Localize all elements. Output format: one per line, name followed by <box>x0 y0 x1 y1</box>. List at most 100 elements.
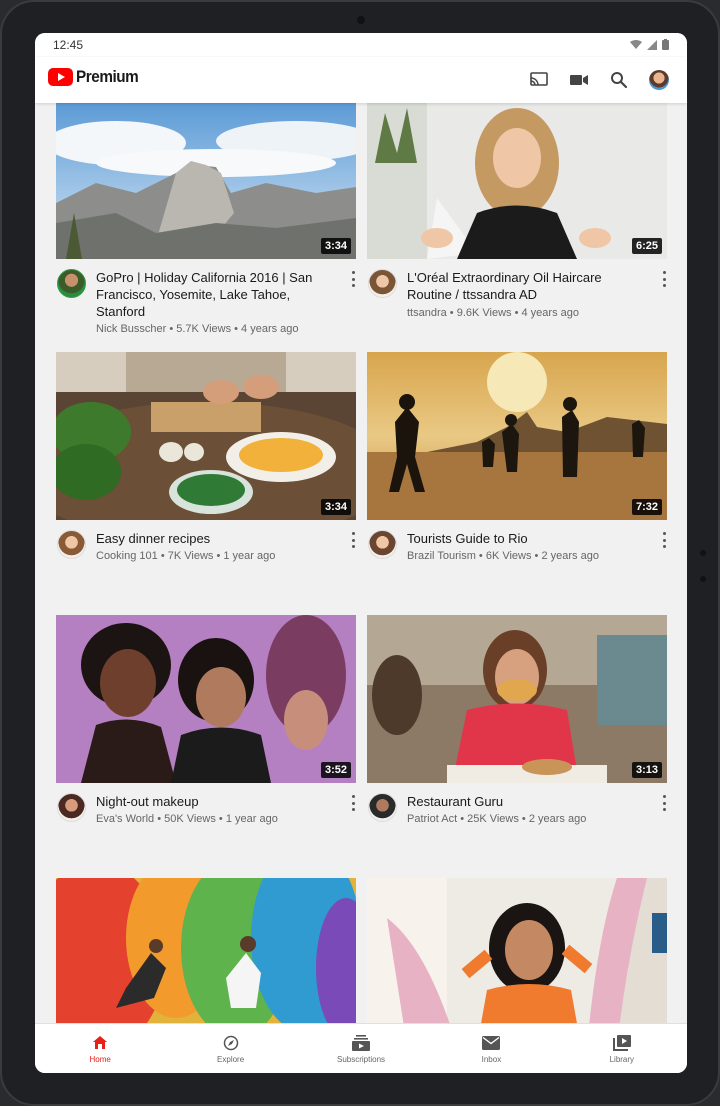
video-card[interactable]: 6:25 L'Oréal Extraordinary Oil Haircare … <box>367 103 667 339</box>
video-feed[interactable]: 3:34 GoPro | Holiday California 2016 | S… <box>35 103 687 1023</box>
video-meta: GoPro | Holiday California 2016 | San Fr… <box>56 259 356 339</box>
thumbnail-image-rio <box>367 352 667 520</box>
video-byline: Cooking 101 • 7K Views • 1 year ago <box>96 550 276 562</box>
nav-library[interactable]: Library <box>557 1024 687 1073</box>
video-card[interactable] <box>367 878 667 1023</box>
video-title[interactable]: Restaurant Guru <box>407 793 647 810</box>
youtube-premium-logo[interactable]: Premium <box>48 67 145 87</box>
video-duration: 7:32 <box>631 499 662 515</box>
nav-label: Explore <box>217 1054 245 1064</box>
camera-icon <box>570 75 588 85</box>
more-vert-icon <box>662 545 666 548</box>
nav-label: Library <box>609 1054 635 1064</box>
video-card[interactable]: 7:32 Tourists Guide to Rio Brazil Touris… <box>367 352 667 600</box>
more-vert-icon <box>662 532 666 535</box>
more-options-button[interactable] <box>661 795 667 811</box>
more-vert-icon <box>351 795 355 798</box>
more-vert-icon <box>662 808 666 811</box>
signal-icon <box>647 39 657 53</box>
video-byline: Brazil Tourism • 6K Views • 2 years ago <box>407 550 599 562</box>
nav-label: Subscriptions <box>337 1054 386 1064</box>
thumbnail-image-makeup <box>56 615 356 783</box>
bottom-navigation: Home Explore Subscriptions Inbox Library <box>35 1023 687 1073</box>
mail-icon <box>482 1035 501 1050</box>
video-card[interactable]: 3:52 Night-out makeup Eva's World • 50K … <box>56 615 356 863</box>
more-vert-icon <box>351 545 355 548</box>
video-duration: 6:25 <box>631 238 662 254</box>
battery-icon <box>662 39 669 53</box>
channel-avatar[interactable] <box>57 269 86 298</box>
app-bar: Premium <box>35 57 687 103</box>
video-thumbnail[interactable]: 6:25 <box>367 103 667 259</box>
channel-avatar[interactable] <box>57 793 86 822</box>
upload-button[interactable] <box>559 64 599 96</box>
nav-inbox[interactable]: Inbox <box>426 1024 556 1073</box>
more-vert-icon <box>662 795 666 798</box>
video-card[interactable]: 3:34 Easy dinner recipes Cooking 101 • 7… <box>56 352 356 600</box>
video-title[interactable]: L'Oréal Extraordinary Oil Haircare Routi… <box>407 269 647 303</box>
video-duration: 3:52 <box>320 762 351 778</box>
more-options-button[interactable] <box>350 271 356 287</box>
wifi-icon <box>630 39 642 53</box>
side-sensor <box>700 550 706 556</box>
video-thumbnail[interactable]: 3:34 <box>56 103 356 259</box>
more-options-button[interactable] <box>661 271 667 287</box>
thumbnail-image-yosemite <box>56 103 356 259</box>
status-icons <box>630 39 669 53</box>
video-thumbnail[interactable]: 3:34 <box>56 352 356 520</box>
video-thumbnail[interactable] <box>367 878 667 1023</box>
more-vert-icon <box>351 538 355 542</box>
cast-button[interactable] <box>519 64 559 96</box>
more-vert-icon <box>351 532 355 535</box>
video-meta: L'Oréal Extraordinary Oil Haircare Routi… <box>367 259 667 339</box>
video-duration: 3:34 <box>320 238 351 254</box>
video-byline: Nick Busscher • 5.7K Views • 4 years ago <box>96 323 299 335</box>
account-button[interactable] <box>639 64 679 96</box>
video-meta: Easy dinner recipes Cooking 101 • 7K Vie… <box>56 520 356 600</box>
status-bar: 12:45 <box>35 33 687 57</box>
channel-avatar[interactable] <box>368 269 397 298</box>
channel-avatar[interactable] <box>57 530 86 559</box>
nav-home[interactable]: Home <box>35 1024 165 1073</box>
more-vert-icon <box>662 271 666 274</box>
video-thumbnail[interactable]: 3:52 <box>56 615 356 783</box>
video-duration: 3:34 <box>320 499 351 515</box>
video-title[interactable]: Night-out makeup <box>96 793 336 810</box>
video-byline: Eva's World • 50K Views • 1 year ago <box>96 813 278 825</box>
video-card[interactable]: 3:34 GoPro | Holiday California 2016 | S… <box>56 103 356 339</box>
video-duration: 3:13 <box>631 762 662 778</box>
nav-subscriptions[interactable]: Subscriptions <box>296 1024 426 1073</box>
nav-label: Home <box>89 1054 111 1064</box>
video-byline: ttsandra • 9.6K Views • 4 years ago <box>407 307 579 319</box>
thumbnail-image-dinner <box>56 352 356 520</box>
more-vert-icon <box>662 538 666 542</box>
channel-avatar[interactable] <box>368 530 397 559</box>
channel-avatar[interactable] <box>368 793 397 822</box>
more-vert-icon <box>662 284 666 287</box>
video-title[interactable]: Easy dinner recipes <box>96 530 336 547</box>
more-vert-icon <box>351 271 355 274</box>
nav-explore[interactable]: Explore <box>165 1024 295 1073</box>
more-vert-icon <box>351 808 355 811</box>
video-thumbnail[interactable]: 7:32 <box>367 352 667 520</box>
search-icon <box>611 72 628 89</box>
video-thumbnail[interactable]: 3:13 <box>367 615 667 783</box>
search-button[interactable] <box>599 64 639 96</box>
video-title[interactable]: GoPro | Holiday California 2016 | San Fr… <box>96 269 336 320</box>
more-options-button[interactable] <box>661 532 667 548</box>
compass-icon <box>223 1035 238 1050</box>
app-bar-actions <box>519 64 679 96</box>
status-time: 12:45 <box>53 38 84 52</box>
video-title[interactable]: Tourists Guide to Rio <box>407 530 647 547</box>
more-options-button[interactable] <box>350 795 356 811</box>
video-meta: Tourists Guide to Rio Brazil Tourism • 6… <box>367 520 667 600</box>
video-card[interactable] <box>56 878 356 1023</box>
more-vert-icon <box>351 277 355 281</box>
video-card[interactable]: 3:13 Restaurant Guru Patriot Act • 25K V… <box>367 615 667 863</box>
video-meta: Restaurant Guru Patriot Act • 25K Views … <box>367 783 667 863</box>
video-thumbnail[interactable] <box>56 878 356 1023</box>
subscriptions-icon <box>352 1034 371 1051</box>
more-options-button[interactable] <box>350 532 356 548</box>
front-camera <box>357 16 365 24</box>
cast-icon <box>530 72 548 86</box>
